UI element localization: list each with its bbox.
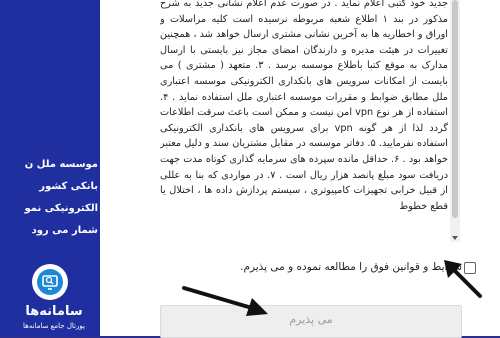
background-text: موسسه ملل ن بانکی کشور الکترونیکی نمو شم… bbox=[2, 154, 99, 242]
terms-modal: جدید خود کتبی اعلام نماید . در صورت عدم … bbox=[100, 0, 500, 338]
agree-label: شرایط و قوانین فوق را مطالعه نموده و می … bbox=[240, 261, 462, 273]
arrow-to-button-icon bbox=[182, 286, 268, 316]
logo-name: سامانه‌ها bbox=[25, 304, 83, 319]
background-text-line: شمار می رود bbox=[31, 225, 98, 236]
logo-search-icon bbox=[37, 269, 63, 295]
arrow-to-checkbox-icon bbox=[444, 260, 482, 298]
scroll-down-arrow-icon[interactable] bbox=[452, 236, 458, 240]
background-text-line: موسسه ملل ن bbox=[24, 159, 98, 170]
terms-scrollbar[interactable] bbox=[450, 0, 460, 242]
agree-row: شرایط و قوانین فوق را مطالعه نموده و می … bbox=[112, 256, 476, 276]
logo-tagline: پورتال جامع سامانه‌ها bbox=[23, 322, 85, 330]
background-text-line: بانکی کشور bbox=[39, 181, 98, 192]
terms-text-area[interactable]: جدید خود کتبی اعلام نماید . در صورت عدم … bbox=[160, 0, 450, 238]
background-text-line: الکترونیکی نمو bbox=[24, 203, 99, 214]
scrollbar-thumb[interactable] bbox=[452, 0, 458, 218]
terms-text: جدید خود کتبی اعلام نماید . در صورت عدم … bbox=[160, 0, 449, 212]
site-logo: سامانه‌ها پورتال جامع سامانه‌ها bbox=[8, 264, 100, 332]
background-panel: موسسه ملل ن بانکی کشور الکترونیکی نمو شم… bbox=[0, 0, 100, 336]
